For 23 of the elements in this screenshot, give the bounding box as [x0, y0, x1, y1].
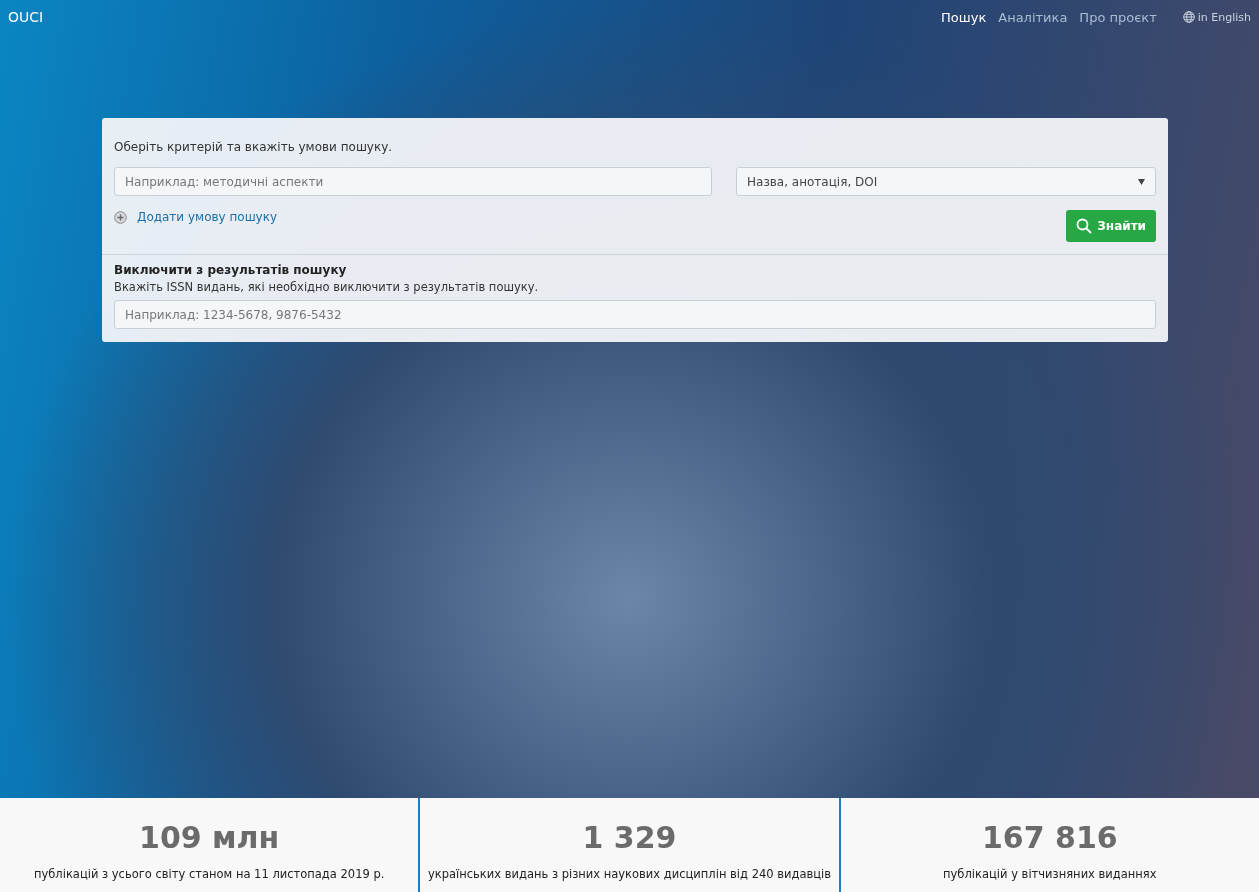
find-button[interactable]: Знайти — [1066, 210, 1156, 242]
brand-logo[interactable]: OUCI — [8, 9, 44, 25]
plus-circle-icon[interactable] — [114, 210, 127, 224]
stat-value: 167 816 — [981, 820, 1118, 855]
nav-link[interactable]: Аналітика — [992, 9, 1074, 25]
search-hint: Оберіть критерій та вкажіть умови пошуку. — [114, 140, 394, 154]
globe-icon — [1182, 11, 1195, 23]
nav-link[interactable]: Пошук — [935, 9, 993, 25]
search-icon — [1076, 218, 1093, 234]
stat-value: 109 млн — [139, 820, 280, 855]
stat-caption: публікацій з усього світу станом на 11 листопада 2019 р. — [33, 867, 385, 881]
stat-caption: українських видань з різних наукових дисциплін від 240 видавців — [427, 867, 832, 881]
language-link[interactable]: in English — [1197, 10, 1251, 24]
search-field[interactable]: Наприклад: методичні аспекти — [114, 167, 712, 196]
issn-field[interactable]: Наприклад: 1234-5678, 9876-5432 — [114, 300, 1156, 329]
nav-link[interactable]: Про проєкт — [1073, 9, 1163, 25]
criterion-select[interactable]: Назва, анотація, DOI — [736, 167, 1156, 196]
stat-value: 1 329 — [582, 820, 677, 855]
exclude-title: Виключити з результатів пошуку — [114, 263, 348, 277]
caret-icon — [1138, 178, 1145, 185]
exclude-hint: Вкажіть ISSN видань, які необхідно виключити з результатів пошуку. — [114, 280, 540, 294]
add-condition-link[interactable]: Додати умову пошуку — [137, 210, 278, 224]
stat-caption: публікацій у вітчизняних виданнях — [943, 867, 1157, 881]
